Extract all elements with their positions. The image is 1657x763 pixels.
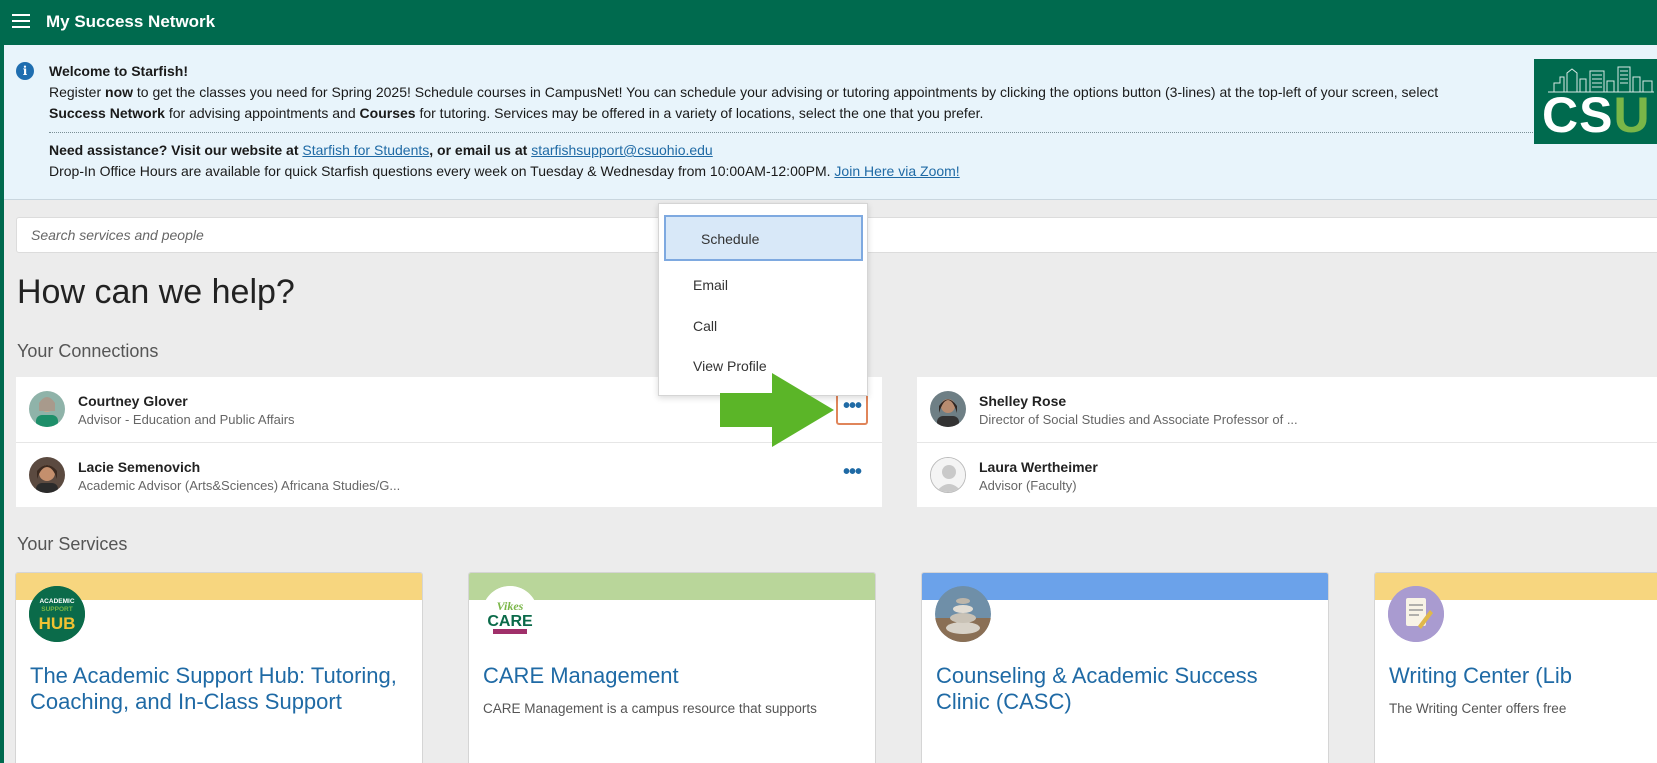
service-title[interactable]: Writing Center (Lib xyxy=(1389,663,1657,689)
options-menu: Schedule Email Call View Profile xyxy=(658,203,868,396)
menu-item-email[interactable]: Email xyxy=(659,277,867,299)
services-heading: Your Services xyxy=(17,534,128,554)
welcome-banner: i Welcome to Starfish! Register now to g… xyxy=(4,45,1657,200)
service-title[interactable]: CARE Management xyxy=(483,663,863,689)
green-arrow-icon xyxy=(720,373,834,447)
service-title[interactable]: The Academic Support Hub: Tutoring, Coac… xyxy=(30,663,410,715)
service-card[interactable]: Writing Center (Lib The Writing Center o… xyxy=(1374,572,1657,763)
hamburger-menu-icon[interactable] xyxy=(12,14,30,28)
svg-text:Vikes: Vikes xyxy=(497,599,524,613)
connection-name[interactable]: Lacie Semenovich xyxy=(78,459,200,475)
academic-support-hub-logo: ACADEMIC SUPPORT HUB xyxy=(29,586,85,642)
service-title[interactable]: Counseling & Academic Success Clinic (CA… xyxy=(936,663,1316,715)
svg-text:ACADEMIC: ACADEMIC xyxy=(39,598,74,605)
csu-logo-text: CSU xyxy=(1542,87,1651,143)
service-description: The Writing Center offers free xyxy=(1389,701,1567,716)
connection-name[interactable]: Laura Wertheimer xyxy=(979,459,1098,475)
info-icon: i xyxy=(16,62,34,80)
avatar xyxy=(930,391,966,427)
zoom-link[interactable]: Join Here via Zoom! xyxy=(834,163,959,179)
banner-divider xyxy=(49,132,1539,133)
service-card[interactable]: Counseling & Academic Success Clinic (CA… xyxy=(921,572,1329,763)
top-bar: My Success Network xyxy=(0,0,1657,45)
connection-role: Advisor - Education and Public Affairs xyxy=(78,412,295,427)
banner-text: Welcome to Starfish! Register now to get… xyxy=(49,61,1539,182)
avatar xyxy=(29,391,65,427)
more-options-button[interactable]: ••• xyxy=(836,393,868,425)
svg-text:HUB: HUB xyxy=(39,614,76,633)
csu-logo: CSU xyxy=(1534,59,1657,144)
menu-item-call[interactable]: Call xyxy=(659,318,867,340)
page-title: How can we help? xyxy=(17,273,295,311)
banner-welcome: Welcome to Starfish! xyxy=(49,63,188,79)
avatar xyxy=(29,457,65,493)
menu-item-schedule[interactable]: Schedule xyxy=(664,215,863,261)
connection-row[interactable]: Laura Wertheimer Advisor (Faculty) xyxy=(917,442,1657,507)
service-card[interactable]: ACADEMIC SUPPORT HUB The Academic Suppor… xyxy=(15,572,423,763)
vikes-care-logo: Vikes CARE xyxy=(482,586,538,642)
starfish-for-students-link[interactable]: Starfish for Students xyxy=(302,142,429,158)
service-description: CARE Management is a campus resource tha… xyxy=(483,701,817,716)
svg-text:SUPPORT: SUPPORT xyxy=(41,606,72,613)
main-frame: i Welcome to Starfish! Register now to g… xyxy=(4,45,1657,763)
more-options-button[interactable]: ••• xyxy=(836,461,868,493)
connection-row[interactable]: Shelley Rose Director of Social Studies … xyxy=(917,377,1657,442)
connection-role: Advisor (Faculty) xyxy=(979,478,1077,493)
banner-message: Register now to get the classes you need… xyxy=(49,84,1439,121)
connection-role: Director of Social Studies and Associate… xyxy=(979,412,1298,427)
banner-dropin: Drop-In Office Hours are available for q… xyxy=(49,163,960,179)
banner-assistance: Need assistance? Visit our website at St… xyxy=(49,142,713,158)
svg-text:CARE: CARE xyxy=(487,613,533,630)
connection-name[interactable]: Shelley Rose xyxy=(979,393,1066,409)
connection-role: Academic Advisor (Arts&Sciences) African… xyxy=(78,478,401,493)
default-avatar-icon xyxy=(930,457,966,493)
connections-card-right: Shelley Rose Director of Social Studies … xyxy=(917,377,1657,507)
connection-row[interactable]: Lacie Semenovich Academic Advisor (Arts&… xyxy=(16,442,882,507)
connections-heading: Your Connections xyxy=(17,341,159,361)
document-pen-icon xyxy=(1388,586,1444,642)
support-email-link[interactable]: starfishsupport@csuohio.edu xyxy=(531,142,713,158)
search-input[interactable] xyxy=(31,227,631,243)
app-title: My Success Network xyxy=(46,12,216,31)
stacked-stones-logo xyxy=(935,586,991,642)
connection-name[interactable]: Courtney Glover xyxy=(78,393,188,409)
service-card[interactable]: Vikes CARE CARE Management CARE Manageme… xyxy=(468,572,876,763)
